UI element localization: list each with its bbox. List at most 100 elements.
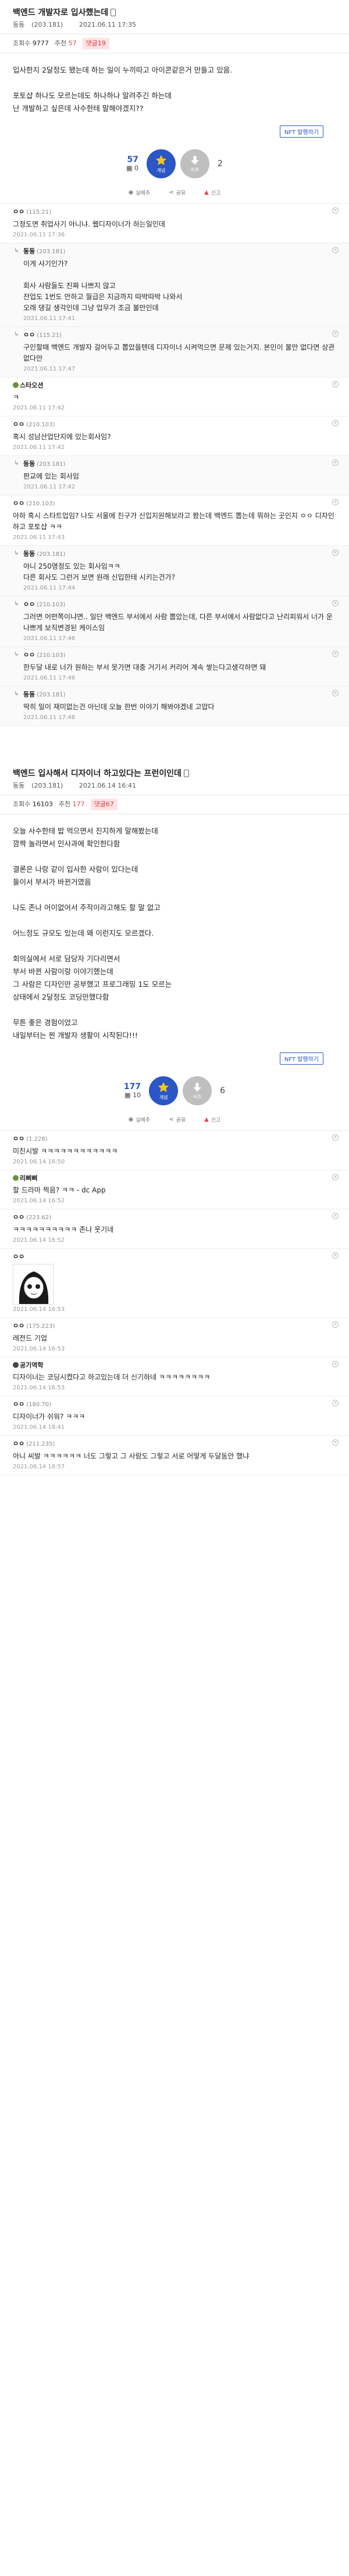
comment-author[interactable]: 스타오션 — [13, 381, 336, 390]
comment-author[interactable]: 동동 (203.181) — [23, 690, 336, 700]
delete-comment-icon[interactable]: × — [332, 1252, 339, 1259]
share-icon: ⋖ — [169, 189, 174, 196]
comment-count-badge[interactable]: 댓글67 — [90, 799, 117, 810]
comment-author[interactable]: ㅇㅇ (210.103) — [13, 499, 336, 509]
post-title[interactable]: 백엔드 개발자로 입사했는데 — [0, 5, 349, 19]
post-body-line: 포토샵 하나도 모르는데도 하나하나 알려주긴 하는데 — [13, 91, 172, 100]
author-name[interactable]: 동동 (203.181) — [13, 782, 70, 789]
reply-arrow-icon: ↳ — [14, 247, 19, 254]
comment-nickname: ㅇㅇ — [13, 1400, 25, 1408]
comment-author[interactable]: ㅇㅇ (210.103) — [13, 420, 336, 430]
comment-author[interactable]: ㅇㅇ (180.70) — [13, 1400, 336, 1410]
comment-author[interactable]: ㅇㅇ (1.228) — [13, 1134, 336, 1144]
post-body-line: 나도 존나 어이없어서 주작이라고해도 할 말 없고 — [13, 903, 161, 912]
comment-nickname: ㅇㅇ — [13, 421, 25, 428]
share-button[interactable]: ⋖ 공유 — [169, 1116, 186, 1123]
delete-comment-icon[interactable]: × — [332, 549, 339, 556]
comment-nickname: 스타오션 — [20, 382, 44, 389]
comment-author[interactable]: 동동 (203.181) — [23, 549, 336, 559]
delete-comment-icon[interactable]: × — [332, 651, 339, 657]
delete-comment-icon[interactable]: × — [332, 1213, 339, 1219]
delete-comment-icon[interactable]: × — [332, 1400, 339, 1406]
comment-author[interactable]: 동동 (203.181) — [23, 459, 336, 469]
reply-item: ↳ 동동 (203.181) 판교에 있는 회사임 2021.06.11 17:42 × — [0, 456, 349, 495]
nft-button[interactable]: NFT 발행하기 — [279, 125, 323, 138]
comment-nickname: 동동 — [23, 550, 35, 558]
comment-author[interactable]: ㅇㅇ (115.21) — [23, 330, 336, 340]
author-name[interactable]: 동동 (203.181) — [13, 21, 70, 28]
comment-date: 2021.06.14 16:50 — [13, 1159, 65, 1165]
delete-comment-icon[interactable]: × — [332, 381, 339, 387]
comment-ip: (115.21) — [26, 209, 52, 215]
delete-comment-icon[interactable]: × — [332, 600, 339, 606]
reply-item: ↳ 동동 (203.181) 이게 사기인가? 회사 사람들도 진짜 나쁘지 않고 잔업도… — [0, 243, 349, 327]
comment-item: ㅇㅇ (210.103) 아하 혹시 스타트업임? 나도 서울에 친구가 신입지원해… — [0, 495, 349, 546]
post-title[interactable]: 백엔드 입사해서 디자이너 하고있다는 프런이인데 — [0, 766, 349, 779]
delete-comment-icon[interactable]: × — [332, 690, 339, 696]
post-body-line: 회의실에서 서로 담당자 기다리면서 — [13, 954, 120, 963]
share-button[interactable]: ⋖ 공유 — [169, 189, 186, 196]
delete-comment-icon[interactable]: × — [332, 247, 339, 253]
mobile-icon — [183, 770, 189, 777]
delete-comment-icon[interactable]: × — [332, 1361, 339, 1367]
comment-author[interactable]: ㅇㅇ (115.21) — [13, 207, 336, 217]
comment-nickname: ㅇㅇ — [23, 651, 35, 659]
post-body-line: 입사한지 2달정도 됐는데 하는 일이 누끼따고 아이콘같은거 만들고 있음. — [13, 66, 233, 74]
gallog-icon — [13, 1175, 19, 1181]
comment-author[interactable]: 동동 (203.181) — [23, 247, 336, 257]
post-stats: 조회수 9777 추천 57 댓글19 — [0, 34, 349, 53]
post-separator — [0, 726, 349, 761]
comment-author[interactable]: 공기역학 — [13, 1361, 336, 1370]
delete-comment-icon[interactable]: × — [332, 420, 339, 426]
delete-comment-icon[interactable]: × — [332, 207, 339, 214]
upvote-button[interactable]: 개념 — [146, 149, 176, 178]
dccon-image — [13, 1264, 54, 1305]
fix-icon: ▦ — [126, 164, 133, 172]
silbe-button[interactable]: ◉ 실베추 — [129, 1116, 151, 1123]
comment-author[interactable]: 리삐삐 — [13, 1174, 336, 1183]
vote-down-count: 2 — [217, 159, 223, 168]
post-date: 2021.06.14 16:41 — [79, 782, 137, 789]
downvote-button[interactable]: 비추 — [180, 149, 209, 178]
report-button[interactable]: ▲ 신고 — [204, 1116, 220, 1123]
upvote-button[interactable]: 개념 — [149, 1076, 179, 1105]
post-body-line: 그 사람은 디자인만 공부했고 프로그래밍 1도 모르는 — [13, 980, 172, 989]
nft-button[interactable]: NFT 발행하기 — [279, 1052, 323, 1065]
delete-comment-icon[interactable]: × — [332, 499, 339, 505]
reply-arrow-icon: ↳ — [14, 691, 19, 697]
delete-comment-icon[interactable]: × — [332, 1439, 339, 1446]
comment-text: 디자이너가 쉬워? ㅋㅋㅋ — [13, 1413, 86, 1421]
delete-comment-icon[interactable]: × — [332, 1321, 339, 1328]
report-button[interactable]: ▲ 신고 — [204, 189, 220, 196]
comment-ip: (115.21) — [37, 332, 62, 339]
vote-up-count: 177 — [123, 1082, 141, 1091]
comment-nickname: 동동 — [23, 460, 35, 468]
gallog-icon — [13, 1362, 19, 1368]
comment-author[interactable]: ㅇㅇ (211.235) — [13, 1439, 336, 1449]
comment-date: 2021.06.11 17:42 — [13, 444, 65, 451]
post-body-line: 어느정도 규모도 있는데 왜 이런지도 모르겠다. — [13, 929, 154, 937]
comment-ip: (223.62) — [26, 1215, 52, 1221]
reply-arrow-icon: ↳ — [14, 460, 19, 466]
comment-author[interactable]: ㅇㅇ (175.223) — [13, 1321, 336, 1331]
comment-author[interactable]: ㅇㅇ (210.103) — [23, 600, 336, 610]
comment-date: 2021.06.11 17:42 — [13, 405, 65, 411]
delete-comment-icon[interactable]: × — [332, 1174, 339, 1180]
silbe-button[interactable]: ◉ 실베추 — [129, 189, 151, 196]
comment-count-badge[interactable]: 댓글19 — [82, 38, 109, 49]
vote-fix-count: ▦ 0 — [126, 164, 138, 172]
delete-comment-icon[interactable]: × — [332, 330, 339, 337]
comment-author[interactable]: ㅇㅇ (223.62) — [13, 1213, 336, 1223]
comment-item: ㅇㅇ 2021.06.14 16:53 × — [0, 1249, 349, 1318]
comment-nickname: 동동 — [23, 691, 35, 698]
comment-author[interactable]: ㅇㅇ — [13, 1252, 336, 1262]
comment-date: 2021.06.14 16:53 — [13, 1385, 65, 1391]
comment-ip: (210.103) — [37, 602, 66, 608]
comment-nickname: 리삐삐 — [20, 1174, 38, 1182]
delete-comment-icon[interactable]: × — [332, 1134, 339, 1141]
post-date: 2021.06.11 17:35 — [79, 21, 137, 28]
delete-comment-icon[interactable]: × — [332, 459, 339, 466]
reply-arrow-icon: ↳ — [14, 550, 19, 556]
comment-author[interactable]: ㅇㅇ (210.103) — [23, 651, 336, 660]
downvote-button[interactable]: 비추 — [183, 1076, 212, 1105]
